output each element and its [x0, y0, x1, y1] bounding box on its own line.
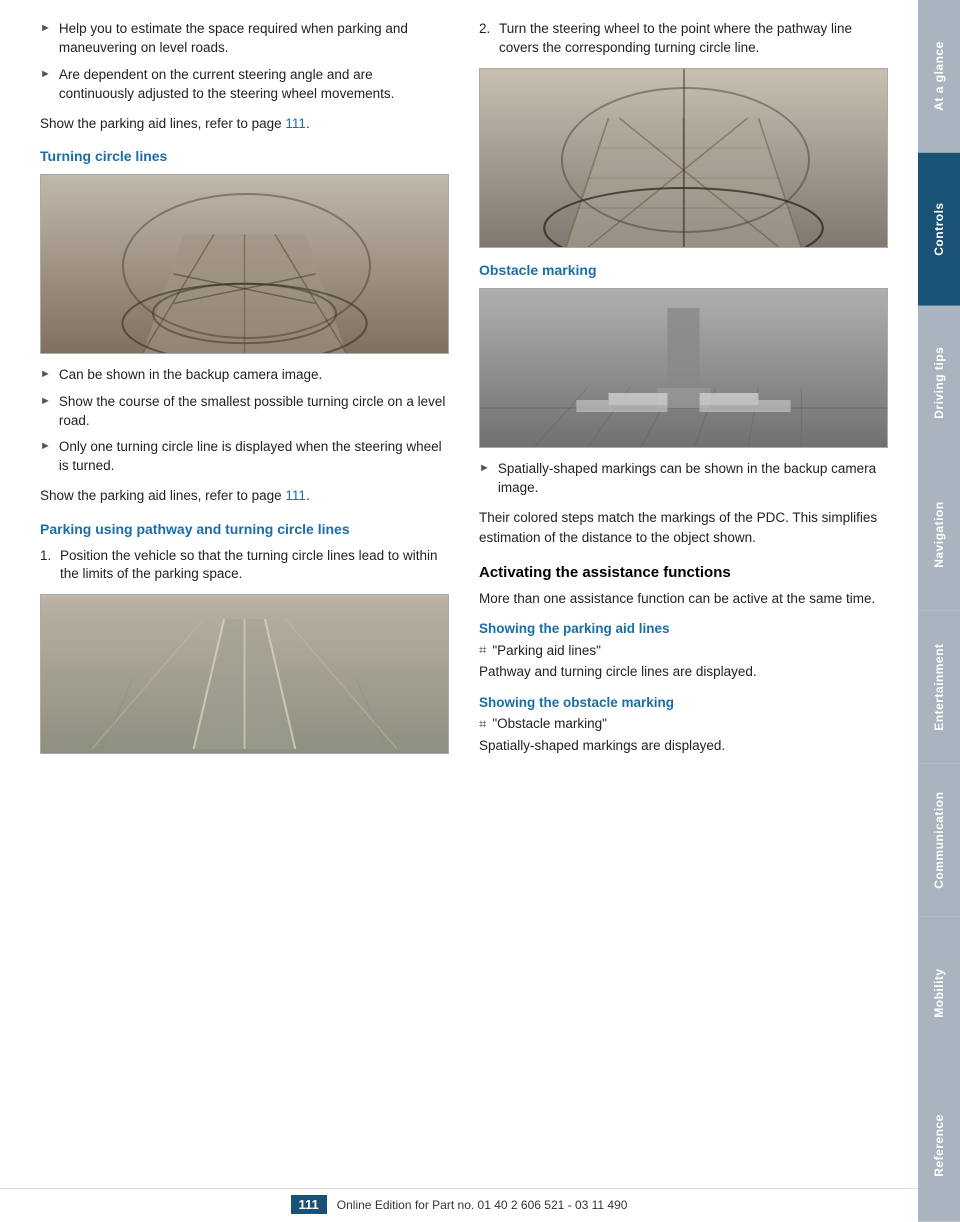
bullet-text-1: Help you to estimate the space required … — [59, 20, 449, 58]
sidebar-tab-mobility[interactable]: Mobility — [918, 917, 960, 1070]
tc-text-3: Only one turning circle line is displaye… — [59, 438, 449, 476]
tc-arrow-1: ► — [40, 367, 51, 382]
tc-text-1: Can be shown in the backup camera image. — [59, 366, 322, 385]
show-parking-aid-line2: Show the parking aid lines, refer to pag… — [40, 486, 449, 506]
turning-circle-heading: Turning circle lines — [40, 148, 449, 164]
parking-heading: Parking using pathway and turning circle… — [40, 521, 449, 537]
tc-bullet-1: ► Can be shown in the backup camera imag… — [40, 366, 449, 385]
tc-bullet-2: ► Show the course of the smallest possib… — [40, 393, 449, 431]
page-number: 111 — [291, 1195, 327, 1214]
sidebar-tab-reference[interactable]: Reference — [918, 1069, 960, 1222]
tc-bullet-3: ► Only one turning circle line is displa… — [40, 438, 449, 476]
obstacle-heading: Obstacle marking — [479, 262, 888, 278]
parking-aid-menu-item: "Parking aid lines" — [492, 643, 601, 658]
show-obstacle-body: Spatially-shaped markings are displayed. — [479, 736, 888, 756]
main-content: ► Help you to estimate the space require… — [0, 0, 918, 1222]
sidebar-tab-navigation[interactable]: Navigation — [918, 458, 960, 611]
step2-text: Turn the steering wheel to the point whe… — [499, 20, 888, 58]
two-column-layout: ► Help you to estimate the space require… — [40, 20, 888, 766]
bullet-text-2: Are dependent on the current steering an… — [59, 66, 449, 104]
obstacle-body: Their colored steps match the markings o… — [479, 508, 888, 549]
obstacle-menu-row: ⌗ "Obstacle marking" — [479, 716, 888, 732]
sidebar-tab-at-a-glance[interactable]: At a glance — [918, 0, 960, 153]
bullet-arrow-2: ► — [40, 67, 51, 82]
obstacle-image — [479, 288, 888, 448]
obstacle-menu-item: "Obstacle marking" — [492, 716, 607, 731]
ref-link-2[interactable]: 111 — [285, 488, 306, 503]
turning-circle-bullet-list: ► Can be shown in the backup camera imag… — [40, 366, 449, 476]
page-footer: 111 Online Edition for Part no. 01 40 2 … — [0, 1188, 918, 1214]
step2-item: 2. Turn the steering wheel to the point … — [479, 20, 888, 58]
step1-num: 1. — [40, 547, 60, 566]
obstacle-menu-icon: ⌗ — [479, 716, 486, 732]
parking-steps: 1. Position the vehicle so that the turn… — [40, 547, 449, 585]
bullet-arrow-1: ► — [40, 21, 51, 36]
sidebar-tab-controls[interactable]: Controls — [918, 153, 960, 306]
obs-arrow-1: ► — [479, 461, 490, 476]
left-column: ► Help you to estimate the space require… — [40, 20, 449, 766]
step2-num: 2. — [479, 20, 499, 39]
activating-heading: Activating the assistance functions — [479, 564, 888, 581]
show-parking-aid-line1: Show the parking aid lines, refer to pag… — [40, 114, 449, 134]
parking-menu-icon: ⌗ — [479, 642, 486, 658]
turning-circle-image — [40, 174, 449, 354]
show-obstacle-heading: Showing the obstacle marking — [479, 695, 888, 710]
intro-bullet-list: ► Help you to estimate the space require… — [40, 20, 449, 104]
obs-bullet-1: ► Spatially-shaped markings can be shown… — [479, 460, 888, 498]
parking-aid-menu-row: ⌗ "Parking aid lines" — [479, 642, 888, 658]
tc-arrow-2: ► — [40, 394, 51, 409]
sidebar-tab-communication[interactable]: Communication — [918, 764, 960, 917]
step2-image — [479, 68, 888, 248]
parking-step-1: 1. Position the vehicle so that the turn… — [40, 547, 449, 585]
obstacle-bullet-list: ► Spatially-shaped markings can be shown… — [479, 460, 888, 498]
bullet-item-1: ► Help you to estimate the space require… — [40, 20, 449, 58]
footer-text: Online Edition for Part no. 01 40 2 606 … — [337, 1198, 628, 1212]
show-parking-body: Pathway and turning circle lines are dis… — [479, 662, 888, 682]
tc-arrow-3: ► — [40, 439, 51, 454]
sidebar-tab-entertainment[interactable]: Entertainment — [918, 611, 960, 764]
activating-body: More than one assistance function can be… — [479, 589, 888, 609]
ref-link-1[interactable]: 111 — [285, 116, 306, 131]
right-column: 2. Turn the steering wheel to the point … — [479, 20, 888, 766]
bullet-item-2: ► Are dependent on the current steering … — [40, 66, 449, 104]
sidebar-tab-driving-tips[interactable]: Driving tips — [918, 306, 960, 459]
obs-text-1: Spatially-shaped markings can be shown i… — [498, 460, 888, 498]
tc-text-2: Show the course of the smallest possible… — [59, 393, 449, 431]
step1-text: Position the vehicle so that the turning… — [60, 547, 449, 585]
parking-image — [40, 594, 449, 754]
show-parking-aid-heading: Showing the parking aid lines — [479, 621, 888, 636]
sidebar: At a glance Controls Driving tips Naviga… — [918, 0, 960, 1222]
step2-list: 2. Turn the steering wheel to the point … — [479, 20, 888, 58]
